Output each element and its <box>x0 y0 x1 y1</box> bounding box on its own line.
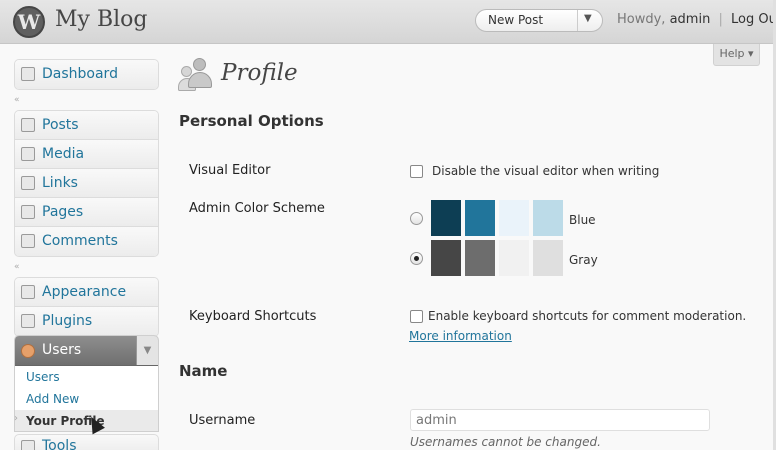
site-title[interactable]: My Blog <box>55 7 147 32</box>
sidebar-item-media[interactable]: Media <box>15 140 158 169</box>
user-greeting: Howdy, admin | Log Out <box>617 12 776 27</box>
visual-editor-checkbox-label[interactable]: Disable the visual editor when writing <box>432 164 659 178</box>
sidebar-item-users[interactable]: Users ▼ <box>15 336 158 366</box>
help-tab[interactable]: Help ▾ <box>713 44 760 66</box>
swatch <box>431 240 461 276</box>
sidebar-item-label[interactable]: Links <box>42 175 78 191</box>
sidebar-item-label[interactable]: Users <box>42 342 81 358</box>
swatch <box>533 200 563 236</box>
visual-editor-checkbox[interactable] <box>410 165 423 178</box>
sidebar-item-plugins[interactable]: Plugins <box>15 307 158 336</box>
profile-users-icon <box>178 58 215 92</box>
sidebar-item-comments[interactable]: Comments <box>15 227 158 256</box>
sidebar-item-label[interactable]: Plugins <box>42 313 92 329</box>
new-post-dropdown[interactable]: New Post ▼ <box>475 9 603 32</box>
color-scheme-name-gray[interactable]: Gray <box>569 253 598 267</box>
logout-link[interactable]: Log Out <box>731 12 776 27</box>
section-title-personal-options: Personal Options <box>179 112 324 130</box>
username-note: Usernames cannot be changed. <box>410 435 601 449</box>
username-label: Username <box>189 413 256 428</box>
link-icon <box>21 176 35 190</box>
sidebar-item-label[interactable]: Dashboard <box>42 66 118 82</box>
plugin-icon <box>21 314 35 328</box>
sidebar-item-links[interactable]: Links <box>15 169 158 198</box>
current-item-arrow-icon: › <box>14 413 18 424</box>
submenu-toggle-icon[interactable]: ▼ <box>136 336 158 365</box>
menu-group-site: Appearance Plugins <box>14 277 159 337</box>
sidebar-item-dashboard[interactable]: Dashboard <box>15 60 158 89</box>
sidebar-item-label[interactable]: Posts <box>42 117 79 133</box>
pin-icon <box>21 118 35 132</box>
submenu-item-users[interactable]: Users <box>15 366 158 388</box>
color-scheme-name-blue[interactable]: Blue <box>569 213 596 227</box>
keyboard-shortcuts-label: Keyboard Shortcuts <box>189 309 317 324</box>
users-icon <box>21 344 35 358</box>
swatch <box>499 200 529 236</box>
sidebar-item-tools[interactable]: Tools <box>14 434 159 450</box>
admin-header: W My Blog New Post ▼ Howdy, admin | Log … <box>0 0 776 44</box>
wordpress-logo-icon[interactable]: W <box>13 6 45 38</box>
more-information-link[interactable]: More information <box>409 329 512 343</box>
menu-group-dashboard: Dashboard <box>14 59 159 90</box>
swatch <box>465 240 495 276</box>
chevron-down-icon[interactable]: ▼ <box>584 13 592 24</box>
submenu-item-add-new[interactable]: Add New <box>15 388 158 410</box>
collapse-menu-icon[interactable]: « <box>14 95 20 105</box>
appearance-icon <box>21 285 35 299</box>
keyboard-shortcuts-checkbox-label[interactable]: Enable keyboard shortcuts for comment mo… <box>428 309 746 323</box>
sidebar-item-label[interactable]: Appearance <box>42 284 126 300</box>
sidebar-item-label[interactable]: Comments <box>42 233 118 249</box>
color-scheme-label: Admin Color Scheme <box>189 201 325 216</box>
keyboard-shortcuts-checkbox[interactable] <box>410 310 423 323</box>
visual-editor-label: Visual Editor <box>189 163 271 178</box>
section-title-name: Name <box>179 362 228 380</box>
new-post-label[interactable]: New Post <box>488 13 543 27</box>
menu-group-users: Users ▼ Users Add New Your Profile <box>14 335 159 432</box>
media-icon <box>21 147 35 161</box>
swatch <box>499 240 529 276</box>
greeting-separator: | <box>718 12 723 27</box>
tools-icon <box>21 440 35 450</box>
sidebar-item-label[interactable]: Pages <box>42 204 83 220</box>
dropdown-divider <box>577 10 578 31</box>
sidebar-item-label[interactable]: Tools <box>42 438 77 450</box>
color-scheme-radio-gray[interactable] <box>410 252 423 265</box>
color-scheme-radio-blue[interactable] <box>410 212 423 225</box>
comment-icon <box>21 234 35 248</box>
sidebar-item-posts[interactable]: Posts <box>15 111 158 140</box>
sidebar-item-appearance[interactable]: Appearance <box>15 278 158 307</box>
pages-icon <box>21 205 35 219</box>
username-input[interactable] <box>410 409 710 431</box>
menu-group-content: Posts Media Links Pages Comments <box>14 110 159 257</box>
swatch <box>431 200 461 236</box>
swatch <box>533 240 563 276</box>
username-link[interactable]: admin <box>670 12 711 27</box>
sidebar-item-label[interactable]: Media <box>42 146 84 162</box>
howdy-prefix: Howdy, <box>617 12 666 27</box>
collapse-separator-icon[interactable]: « <box>14 262 20 272</box>
swatch <box>465 200 495 236</box>
sidebar-item-pages[interactable]: Pages <box>15 198 158 227</box>
home-icon <box>21 67 35 81</box>
page-title: Profile <box>221 60 298 86</box>
